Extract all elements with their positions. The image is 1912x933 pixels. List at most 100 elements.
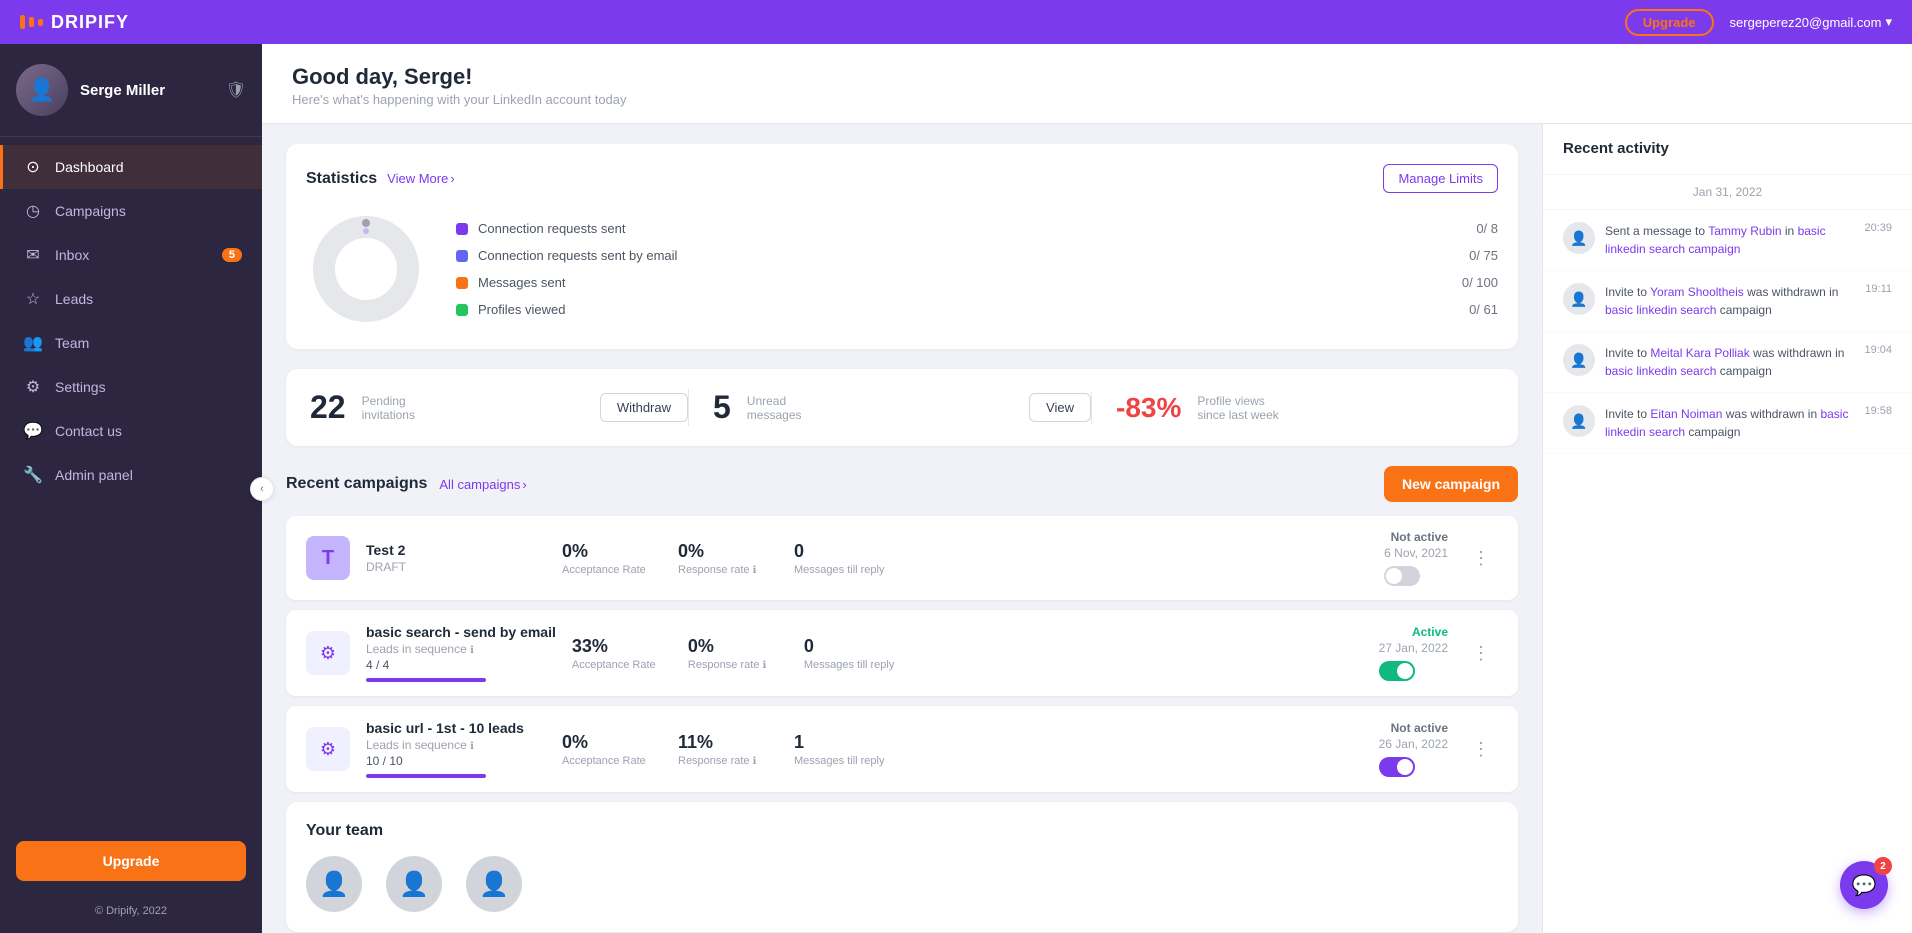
sidebar-item-label: Leads xyxy=(55,291,93,307)
inbox-icon: ✉ xyxy=(23,245,43,265)
stat-value-2: 0/ 75 xyxy=(1469,248,1498,263)
activity-item-1: 👤 Sent a message to Tammy Rubin in basic… xyxy=(1543,210,1912,271)
stat-label-1: Connection requests sent xyxy=(478,221,625,236)
campaign-name: basic url - 1st - 10 leads xyxy=(366,720,546,736)
stats-items: Connection requests sent 0/ 8 Connection… xyxy=(456,215,1498,323)
sidebar-item-admin-panel[interactable]: 🔧 Admin panel xyxy=(0,453,262,497)
sidebar-upgrade-button[interactable]: Upgrade xyxy=(16,841,246,881)
sidebar-item-campaigns[interactable]: ◷ Campaigns xyxy=(0,189,262,233)
campaign-status-text: DRAFT xyxy=(366,560,546,574)
campaign-toggle-basic-search[interactable] xyxy=(1379,661,1415,681)
campaign-acceptance-basic-url: 0% Acceptance Rate xyxy=(562,732,662,767)
activity-text-1: Sent a message to Tammy Rubin in basic l… xyxy=(1605,222,1854,258)
team-member-2: 👤 xyxy=(386,856,442,912)
campaign-card-basic-search: ⚙ basic search - send by email Leads in … xyxy=(286,610,1518,696)
stat-label-2: Connection requests sent by email xyxy=(478,248,677,263)
team-icon: 👥 xyxy=(23,333,43,353)
withdraw-button[interactable]: Withdraw xyxy=(600,393,688,422)
settings-icon: ⚙ xyxy=(23,377,43,397)
content-grid: Statistics View More › Manage Limits xyxy=(262,124,1912,933)
content-left: Statistics View More › Manage Limits xyxy=(262,124,1542,933)
topnav-user-email[interactable]: sergeperez20@gmail.com ▾ xyxy=(1730,14,1892,30)
chat-badge: 2 xyxy=(1874,857,1892,875)
stats-header: Statistics View More › Manage Limits xyxy=(306,164,1498,193)
sidebar-item-inbox[interactable]: ✉ Inbox 5 xyxy=(0,233,262,277)
statistics-card: Statistics View More › Manage Limits xyxy=(286,144,1518,349)
sidebar-item-contact-us[interactable]: 💬 Contact us xyxy=(0,409,262,453)
profile-name: Serge Miller xyxy=(80,82,165,99)
topnav-upgrade-button[interactable]: Upgrade xyxy=(1625,9,1714,36)
activity-person-link-2[interactable]: Yoram Shooltheis xyxy=(1650,285,1744,299)
activity-time-1: 20:39 xyxy=(1864,222,1892,234)
stats-body: Connection requests sent 0/ 8 Connection… xyxy=(306,209,1498,329)
recent-activity-panel: Recent activity Jan 31, 2022 👤 Sent a me… xyxy=(1542,124,1912,933)
leads-progress-basic-search xyxy=(366,678,486,682)
activity-time-2: 19:11 xyxy=(1865,283,1892,295)
activity-campaign-link-3[interactable]: basic linkedin search xyxy=(1605,364,1716,378)
unread-label: Unreadmessages xyxy=(747,394,802,422)
manage-limits-button[interactable]: Manage Limits xyxy=(1383,164,1498,193)
campaign-toggle-test2[interactable] xyxy=(1384,566,1420,586)
stat-value-1: 0/ 8 xyxy=(1476,221,1498,236)
campaign-icon-basic-url: ⚙ xyxy=(306,727,350,771)
leads-icon: ☆ xyxy=(23,289,43,309)
activity-campaign-link-2[interactable]: basic linkedin search xyxy=(1605,303,1716,317)
status-badge: Not active xyxy=(1379,721,1448,735)
campaign-status-text: Leads in sequence ℹ xyxy=(366,738,546,752)
activity-item-2: 👤 Invite to Yoram Shooltheis was withdra… xyxy=(1543,271,1912,332)
sidebar-item-leads[interactable]: ☆ Leads xyxy=(0,277,262,321)
new-campaign-button[interactable]: New campaign xyxy=(1384,466,1518,502)
sidebar-item-settings[interactable]: ⚙ Settings xyxy=(0,365,262,409)
sidebar-item-dashboard[interactable]: ⊙ Dashboard xyxy=(0,145,262,189)
activity-header: Recent activity xyxy=(1543,124,1912,175)
logo-text: DRIPIFY xyxy=(51,12,129,33)
activity-date-separator: Jan 31, 2022 xyxy=(1543,175,1912,210)
logo-icon xyxy=(20,15,43,29)
activity-time-3: 19:04 xyxy=(1864,344,1892,356)
pending-label: Pendinginvitations xyxy=(362,394,415,422)
status-badge: Active xyxy=(1379,625,1448,639)
sidebar-collapse-button[interactable]: ‹ xyxy=(250,477,274,501)
sidebar-nav: ⊙ Dashboard ◷ Campaigns ✉ Inbox 5 ☆ Lead… xyxy=(0,137,262,825)
campaign-toggle-basic-url[interactable] xyxy=(1379,757,1415,777)
sidebar-profile: 👤 Serge Miller 🛡 xyxy=(0,44,262,137)
chat-icon: 💬 xyxy=(1852,873,1877,898)
campaign-response-basic-search: 0% Response rate ℹ xyxy=(688,636,788,671)
admin-icon: 🔧 xyxy=(23,465,43,485)
activity-campaign-link-4[interactable]: basic linkedin search xyxy=(1605,407,1848,439)
leads-progress-basic-url xyxy=(366,774,486,778)
logo-bar-1 xyxy=(20,15,25,29)
campaign-card-test2: T Test 2 DRAFT 0% Acceptance Rate 0% Res… xyxy=(286,516,1518,600)
campaign-date: 6 Nov, 2021 xyxy=(1384,546,1448,560)
activity-text-2: Invite to Yoram Shooltheis was withdrawn… xyxy=(1605,283,1855,319)
campaign-more-button-basic-search[interactable]: ⋮ xyxy=(1464,639,1498,668)
shield-icon: 🛡 xyxy=(226,80,246,100)
all-campaigns-link[interactable]: All campaigns › xyxy=(439,477,526,492)
activity-avatar-1: 👤 xyxy=(1563,222,1595,254)
view-button[interactable]: View xyxy=(1029,393,1091,422)
stats-title-row: Statistics View More › xyxy=(306,170,455,188)
activity-item-3: 👤 Invite to Meital Kara Polliak was with… xyxy=(1543,332,1912,393)
page-title: Good day, Serge! xyxy=(292,64,1882,90)
chat-bubble[interactable]: 💬 2 xyxy=(1840,861,1888,909)
campaign-messages-basic-url: 1 Messages till reply xyxy=(794,732,894,767)
sidebar-item-label: Inbox xyxy=(55,247,89,263)
campaign-status-basic-search: Active 27 Jan, 2022 xyxy=(1379,625,1448,681)
campaign-more-button-test2[interactable]: ⋮ xyxy=(1464,544,1498,573)
activity-person-link-1[interactable]: Tammy Rubin xyxy=(1708,224,1781,238)
campaign-more-button-basic-url[interactable]: ⋮ xyxy=(1464,735,1498,764)
activity-person-link-3[interactable]: Meital Kara Polliak xyxy=(1650,346,1749,360)
team-section-title: Your team xyxy=(306,822,1498,840)
chevron-right-icon: › xyxy=(450,171,454,186)
stat-row: Messages sent 0/ 100 xyxy=(456,269,1498,296)
stat-row: Connection requests sent 0/ 8 xyxy=(456,215,1498,242)
activity-person-link-4[interactable]: Eitan Noiman xyxy=(1650,407,1722,421)
pending-number: 22 xyxy=(310,389,346,426)
view-more-link[interactable]: View More › xyxy=(387,171,455,186)
sidebar-item-team[interactable]: 👥 Team xyxy=(0,321,262,365)
campaign-card-basic-url: ⚙ basic url - 1st - 10 leads Leads in se… xyxy=(286,706,1518,792)
dashboard-icon: ⊙ xyxy=(23,157,43,177)
logo-bar-3 xyxy=(38,19,43,26)
team-member-1: 👤 xyxy=(306,856,362,912)
profile-views-label: Profile viewssince last week xyxy=(1197,394,1278,422)
